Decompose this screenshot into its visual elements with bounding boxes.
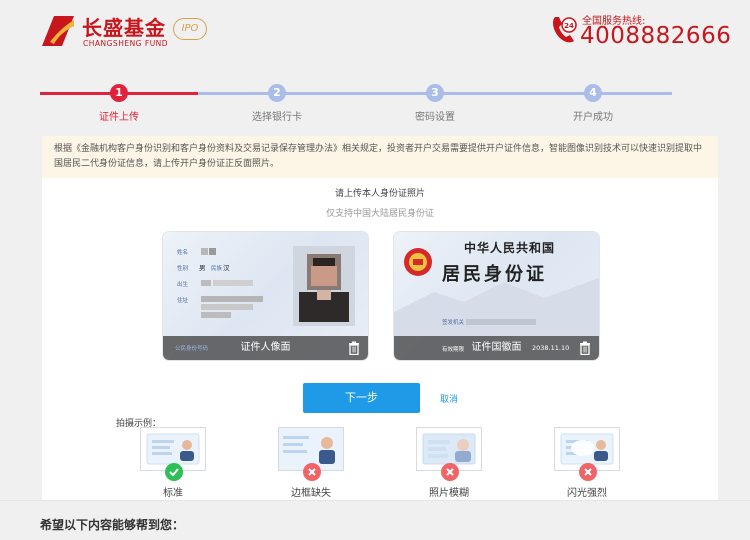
id-card-back-upload[interactable]: 中华人民共和国 居民身份证 签发机关 有效期限 证件国徽面 2038.11.10 [394,232,599,360]
brand-logo[interactable]: 长盛基金 CHANGSHENG FUND IPO [40,12,215,52]
regulation-notice: 根据《金融机构客户身份识别和客户身份资料及交易记录保存管理办法》相关规定，投资者… [42,136,718,178]
step-2-circle: 2 [268,84,286,102]
id-front-field-birth: 出生 [177,280,189,288]
id-front-field-ethnicity: 民族 [211,264,223,272]
id-front-field-gender: 性别 [177,264,188,272]
brand-mark-icon [42,16,74,46]
step-1-label: 证件上传 [99,112,139,123]
hotline-number[interactable]: 4008882666 [580,23,731,49]
step-1-circle: 1 [110,84,128,102]
id-front-gender-value: 男 [199,264,206,272]
step-2: 2 选择银行卡 [217,84,337,123]
step-2-label: 选择银行卡 [252,112,302,123]
brand-name-cn: 长盛基金 [82,16,166,40]
example-strong-flash-label: 闪光强烈 [567,488,607,499]
step-3-circle: 3 [426,84,444,102]
brand-name-en: CHANGSHENG FUND [83,39,169,48]
example-border-missing: 边框缺失 [278,427,348,499]
id-back-authority-label: 签发机关 [442,318,465,326]
hotline-24-text: 24 [564,22,574,30]
id-back-image: 中华人民共和国 居民身份证 签发机关 [394,240,599,336]
id-back-country: 中华人民共和国 [464,240,555,255]
trash-icon[interactable] [579,341,591,355]
phone-24h-icon: 24 [553,17,577,43]
step-3-label: 密码设置 [415,112,455,123]
ipo-badge: IPO [173,18,207,40]
error-x-icon [303,463,321,481]
progress-steps: 1 证件上传 2 选择银行卡 3 密码设置 4 开户成功 [40,78,672,128]
id-back-validity-end: 2038.11.10 [532,344,570,352]
help-title: 希望以下内容能够帮到您： [40,518,185,532]
id-front-field-name: 姓名 [177,248,188,256]
example-border-missing-label: 边框缺失 [291,488,331,499]
id-front-label: 证件人像面 [240,342,291,353]
step-4-label: 开户成功 [573,112,613,123]
example-blurry: 照片模糊 [416,427,486,499]
example-blurry-image [416,427,482,481]
trash-icon[interactable] [348,341,360,355]
error-x-icon [441,463,459,481]
example-standard: 标准 [140,427,210,499]
check-icon [165,463,183,481]
id-front-field-address: 住址 [177,296,189,304]
step-3: 3 密码设置 [375,84,495,123]
step-4-circle: 4 [584,84,602,102]
id-back-label-bar: 有效期限 证件国徽面 2038.11.10 [394,336,599,360]
id-front-ethnicity-value: 汉 [223,264,230,272]
upload-subtitle: 仅支持中国大陆居民身份证 [325,209,434,219]
example-strong-flash: 闪光强烈 [554,427,624,499]
service-hotline: 24 全国服务热线: 4008882666 [550,12,731,52]
example-blurry-label: 照片模糊 [429,488,469,499]
example-strong-flash-image [554,427,620,481]
error-x-icon [579,463,597,481]
example-border-missing-image [278,427,344,481]
example-standard-label: 标准 [163,488,183,499]
id-card-front-upload[interactable]: 姓名 性别 民族 出生 住址 男 汉 公民身份号码 证件人像面 [163,232,368,360]
page-header: 长盛基金 CHANGSHENG FUND IPO 24 全国服务热线: 4008… [0,0,750,64]
step-4: 4 开户成功 [533,84,653,123]
id-back-title: 居民身份证 [442,263,547,285]
upload-panel: 根据《金融机构客户身份识别和客户身份资料及交易记录保存管理办法》相关规定，投资者… [42,136,718,500]
step-1: 1 证件上传 [59,84,179,123]
help-section: 希望以下内容能够帮到您： [0,500,750,540]
id-front-label-bar: 公民身份号码 证件人像面 [163,336,368,360]
next-button[interactable]: 下一步 [303,383,420,413]
example-standard-image [140,427,206,481]
upload-title: 请上传本人身份证照片 [334,189,425,199]
cancel-link[interactable]: 取消 [440,392,458,405]
id-front-image: 姓名 性别 民族 出生 住址 男 汉 [177,246,355,326]
